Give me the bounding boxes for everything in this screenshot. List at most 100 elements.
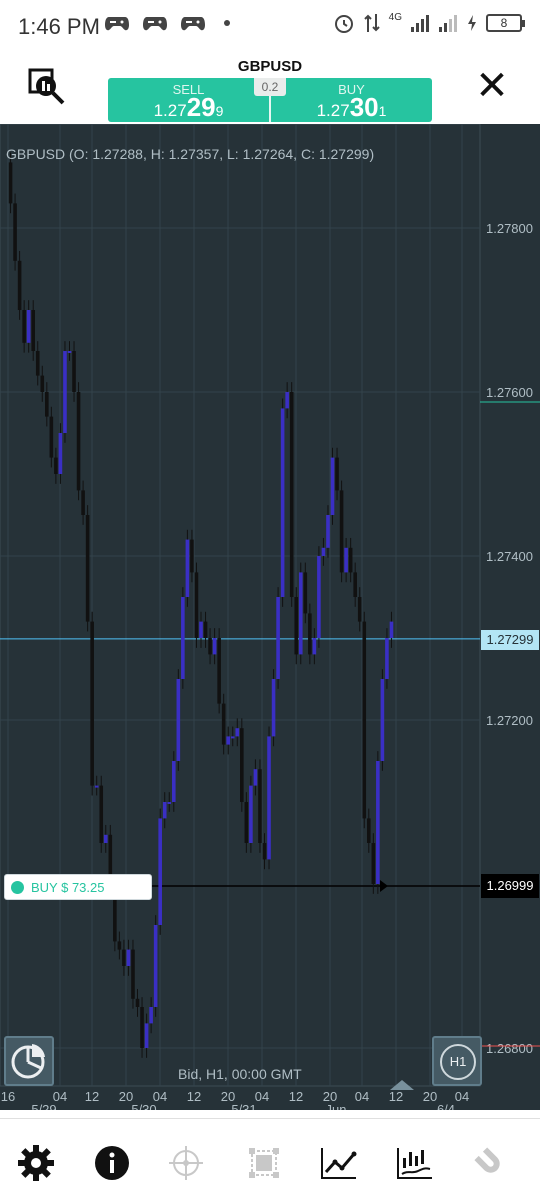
candle-body xyxy=(85,515,90,622)
date-axis-label: 6/4 xyxy=(437,1102,455,1110)
sell-price-prefix: 1.27 xyxy=(153,101,187,120)
candle-body xyxy=(221,703,226,745)
candle-body xyxy=(8,162,13,204)
candle-body xyxy=(240,728,244,802)
candle-body xyxy=(326,515,330,548)
time-axis-label: 04 xyxy=(255,1089,269,1104)
candle-body xyxy=(298,572,303,655)
candle-body xyxy=(190,539,194,573)
gamepad-icon xyxy=(181,17,205,31)
time-axis-label: 16 xyxy=(1,1089,15,1104)
time-axis-label: 04 xyxy=(455,1089,469,1104)
candle-body xyxy=(58,433,63,474)
sell-price-big: 29 xyxy=(186,92,216,122)
candle-body xyxy=(94,785,99,788)
candle-body xyxy=(389,621,394,638)
crosshair-icon xyxy=(169,1146,203,1180)
charging-icon xyxy=(468,15,476,31)
candle-body xyxy=(153,925,158,1007)
home-marker xyxy=(390,1080,414,1090)
buy-button[interactable]: BUY 1.27301 xyxy=(271,78,432,122)
candle-body xyxy=(45,392,49,417)
info-button[interactable] xyxy=(90,1141,134,1185)
candle-body xyxy=(149,1007,153,1024)
candle-body xyxy=(194,572,199,638)
candle-body xyxy=(63,351,67,433)
candle-body xyxy=(339,490,344,573)
price-chart[interactable]: 1.27800 1.27600 1.27400 1.27200 1.26800 16 04 1… xyxy=(0,124,540,1110)
candle-body xyxy=(199,621,203,638)
candle-body xyxy=(271,679,276,737)
candle-body xyxy=(330,457,335,515)
candle-body xyxy=(267,736,271,860)
crosshair-button[interactable] xyxy=(164,1141,208,1185)
magnet-button[interactable] xyxy=(468,1141,512,1185)
signal-icon xyxy=(439,15,457,32)
buy-price: 1.27301 xyxy=(271,92,432,123)
candle-body xyxy=(289,392,294,597)
timeframe-button[interactable]: H1 xyxy=(432,1036,482,1086)
candle-body xyxy=(117,941,122,950)
close-icon[interactable]: ✕ xyxy=(470,66,514,108)
candle-body xyxy=(81,490,85,515)
ohlc-readout: GBPUSD (O: 1.27288, H: 1.27357, L: 1.272… xyxy=(6,146,375,162)
candle-body xyxy=(385,638,389,679)
candle-body xyxy=(135,998,140,1007)
date-axis-label: Jun xyxy=(326,1102,347,1110)
trade-price-tag: 1.26999 xyxy=(481,874,539,898)
candle-body xyxy=(185,539,190,597)
portfolio-button[interactable] xyxy=(4,1036,54,1086)
sell-button[interactable]: SELL 1.27299 xyxy=(108,78,269,122)
candle-body xyxy=(344,547,348,573)
buy-price-prefix: 1.27 xyxy=(316,101,350,120)
candle-body xyxy=(13,203,17,261)
candle-body xyxy=(253,769,258,786)
trade-chip-label: BUY $ 73.25 xyxy=(31,880,105,895)
candle-body xyxy=(54,457,58,474)
candle-body xyxy=(208,638,212,655)
candle-body xyxy=(217,638,221,704)
indicators-button[interactable] xyxy=(392,1141,436,1185)
object-select-button[interactable] xyxy=(242,1141,286,1185)
candle-body xyxy=(249,785,253,843)
open-trade-chip[interactable]: BUY $ 73.25 xyxy=(4,874,152,900)
date-axis-label: 5/31 xyxy=(231,1102,256,1110)
candle-body xyxy=(262,843,267,860)
candle-body xyxy=(244,802,249,843)
signal-icon xyxy=(411,15,429,32)
gamepad-icon xyxy=(143,17,167,31)
symbol-title: GBPUSD xyxy=(237,58,303,75)
chart-footer: Bid, H1, 00:00 GMT xyxy=(178,1066,302,1082)
chart-frame xyxy=(0,124,481,1087)
candle-body xyxy=(371,843,376,884)
candle-body xyxy=(230,736,235,739)
bottom-toolbar xyxy=(0,1118,540,1200)
candle-body xyxy=(321,547,326,556)
candle-body xyxy=(31,310,36,351)
price-axis-label: 1.27800 xyxy=(486,221,533,236)
magnet-icon xyxy=(474,1147,500,1173)
time-axis-label: 04 xyxy=(355,1089,369,1104)
candlestick-chart[interactable]: 1.27800 1.27600 1.27400 1.27200 1.26800 16 04 1… xyxy=(0,124,540,1110)
candle-body xyxy=(22,310,26,343)
date-axis-label: 5/30 xyxy=(131,1102,156,1110)
settings-button[interactable] xyxy=(14,1141,58,1185)
buy-price-suffix: 1 xyxy=(378,103,387,119)
candle-body xyxy=(167,802,172,804)
time-axis-label: 12 xyxy=(389,1089,403,1104)
candle-body xyxy=(162,802,167,819)
candle-body xyxy=(131,949,135,999)
chart-type-button[interactable] xyxy=(316,1141,360,1185)
candle-body xyxy=(122,949,126,966)
network-type: 4G xyxy=(388,11,402,23)
candle-body xyxy=(285,392,289,409)
candle-body xyxy=(280,408,285,597)
candle-body xyxy=(235,728,240,737)
price-axis-label: 1.27200 xyxy=(486,713,533,728)
object-select-icon xyxy=(249,1148,279,1178)
candle-body xyxy=(380,679,385,761)
sell-price: 1.27299 xyxy=(108,92,269,123)
candle-body xyxy=(258,769,262,843)
candle-body xyxy=(376,761,380,884)
candle-body xyxy=(317,556,321,638)
